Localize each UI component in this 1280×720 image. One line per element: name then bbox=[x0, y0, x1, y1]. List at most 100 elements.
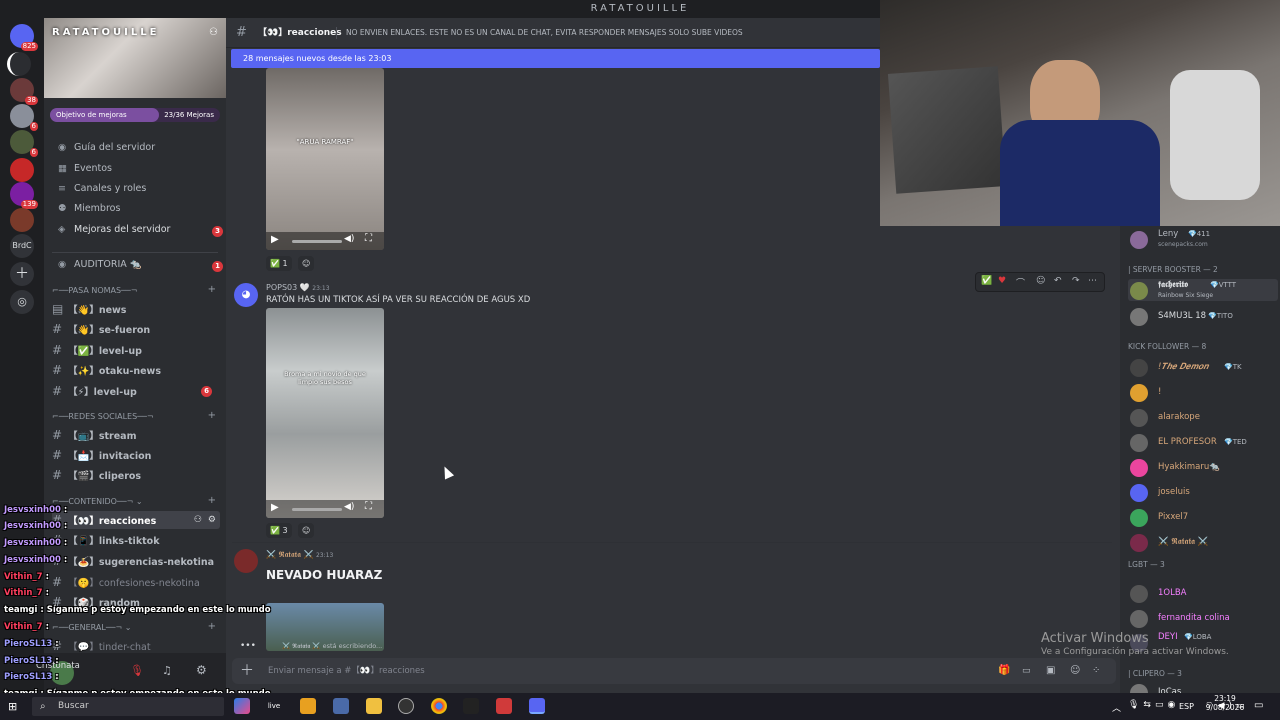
nav-events[interactable]: ▦ Eventos bbox=[58, 161, 112, 177]
category-pasa-nomas[interactable]: ⌐──PASA NOMAS──¬ bbox=[52, 286, 137, 295]
add-channel-icon[interactable]: + bbox=[208, 621, 216, 632]
server-icon[interactable] bbox=[10, 208, 34, 232]
explore-icon[interactable]: ◎ bbox=[10, 290, 34, 314]
channel-settings-icon[interactable]: ⚙ bbox=[208, 511, 216, 529]
attach-icon[interactable]: ＋ bbox=[240, 658, 254, 684]
reaction-check[interactable]: ✅ 3 bbox=[266, 523, 292, 538]
add-channel-icon[interactable]: + bbox=[208, 495, 216, 506]
category-general[interactable]: ⌐──GENERAL──¬ ⌄ bbox=[52, 623, 131, 632]
message-author[interactable]: POPS03 🤍 23:13 bbox=[266, 283, 330, 292]
direct-messages-icon[interactable]: 825 bbox=[10, 24, 38, 51]
channel-links-tiktok[interactable]: # 【📱】links-tiktok bbox=[52, 531, 220, 549]
tray-chevron-icon[interactable]: ︿ bbox=[1112, 701, 1121, 714]
notification-icon[interactable]: ▭ bbox=[1254, 700, 1263, 711]
member-item[interactable]: EL PROFESOR 💎TED bbox=[1128, 431, 1278, 453]
message-input[interactable]: Enviar mensaje a #【👀】reacciones bbox=[268, 658, 425, 684]
fullscreen-icon[interactable]: ⛶ bbox=[365, 501, 372, 512]
nav-server-boosts[interactable]: ◈ Mejoras del servidor 3 bbox=[58, 222, 223, 238]
sticker-icon[interactable]: ▣ bbox=[1046, 658, 1055, 684]
channel-tinder-chat[interactable]: # 【💬】tinder-chat bbox=[52, 637, 220, 653]
volume-icon[interactable]: ◀) bbox=[344, 234, 354, 244]
channel-stream[interactable]: # 【📺】stream bbox=[52, 426, 220, 444]
app-icon[interactable] bbox=[463, 698, 479, 714]
mute-icon[interactable]: 🎙 bbox=[130, 664, 144, 677]
live-app-icon[interactable]: live bbox=[266, 698, 282, 714]
taskbar-search[interactable]: ⌕ Buscar bbox=[32, 697, 224, 716]
file-explorer-icon[interactable] bbox=[366, 698, 382, 714]
video-attachment[interactable]: Broma a mi novio de que limpio sus besos… bbox=[266, 308, 384, 518]
member-item[interactable]: 𝖋𝖆𝖈𝖍𝖊𝖗𝖎𝖙𝖔 💎VTTT Rainbow Six Siege bbox=[1128, 279, 1278, 301]
server-icon-brdc[interactable]: BrdC bbox=[10, 234, 34, 258]
play-icon[interactable]: ▶ bbox=[271, 502, 279, 513]
invite-member-icon[interactable]: ⚇ bbox=[194, 511, 202, 529]
channel-otaku-news[interactable]: # 【✨】otaku-news bbox=[52, 361, 220, 379]
member-item[interactable]: Leny 💎411 scenepacks.com bbox=[1128, 228, 1278, 250]
brave-icon[interactable] bbox=[300, 698, 316, 714]
video-attachment[interactable]: "ARUA RAMRAF" ▶ ◀) ⛶ bbox=[266, 68, 384, 250]
channel-level-up[interactable]: # 【✅】level-up bbox=[52, 341, 220, 359]
server-name[interactable]: RATATOUILLE bbox=[52, 27, 159, 38]
user-settings-icon[interactable]: ⚙ bbox=[196, 663, 207, 677]
channel-topic[interactable]: NO ENVIEN ENLACES. ESTE NO ES UN CANAL D… bbox=[346, 18, 743, 48]
member-item[interactable]: alarakope bbox=[1128, 406, 1278, 428]
server-icon-ratatouille[interactable] bbox=[7, 52, 31, 76]
nav-server-guide[interactable]: ◉ Guía del servidor bbox=[58, 140, 155, 156]
gift-icon[interactable]: 🎁 bbox=[998, 658, 1010, 684]
invite-icon[interactable]: ⚇ bbox=[209, 27, 218, 38]
hat-icon[interactable]: ⌒ bbox=[1016, 276, 1025, 289]
member-item[interactable]: Pixxel7 bbox=[1128, 506, 1278, 528]
nav-channels-roles[interactable]: ≡ Canales y roles bbox=[58, 181, 146, 197]
add-reaction-button[interactable]: ☺ bbox=[298, 523, 315, 538]
fullscreen-icon[interactable]: ⛶ bbox=[365, 233, 372, 244]
new-messages-bar[interactable]: 28 mensajes nuevos desde las 23:03 bbox=[231, 49, 880, 68]
add-channel-icon[interactable]: + bbox=[208, 410, 216, 421]
channel-news[interactable]: ▤ 【👋】news bbox=[52, 300, 220, 318]
app-icon[interactable] bbox=[496, 698, 512, 714]
headphones-icon[interactable]: ♫ bbox=[162, 664, 172, 677]
play-icon[interactable]: ▶ bbox=[271, 234, 279, 245]
check-icon[interactable]: ✅ bbox=[981, 276, 992, 286]
avatar[interactable] bbox=[234, 549, 258, 573]
member-item[interactable]: Hyakkimaru🐀 bbox=[1128, 456, 1278, 478]
add-reaction-icon[interactable]: ☺ bbox=[1036, 276, 1045, 286]
add-server-icon[interactable]: ＋ bbox=[10, 262, 34, 286]
channel-cliperos[interactable]: # 【🎬】cliperos bbox=[52, 466, 220, 484]
emoji-icon[interactable]: ☺ bbox=[1070, 658, 1080, 684]
channel-audit[interactable]: ◉ AUDITORIA 🐀 1 bbox=[58, 257, 223, 273]
video-seekbar[interactable] bbox=[292, 508, 342, 511]
reaction-check[interactable]: ✅ 1 bbox=[266, 256, 292, 271]
channel-level-up-2[interactable]: # 【⚡】level-up 6 bbox=[52, 382, 220, 400]
member-item[interactable]: S4MU3L 18 💎TITO bbox=[1128, 305, 1278, 327]
windows-start-icon[interactable]: ⊞ bbox=[8, 700, 17, 713]
apps-icon[interactable]: ⁘ bbox=[1092, 658, 1100, 684]
category-redes-sociales[interactable]: ⌐──REDES SOCIALES──¬ bbox=[52, 412, 154, 421]
more-icon[interactable]: ⋯ bbox=[1088, 276, 1097, 286]
member-item[interactable]: 1OLBA bbox=[1128, 582, 1278, 604]
discord-icon[interactable] bbox=[529, 698, 545, 714]
member-item[interactable]: ! bbox=[1128, 381, 1278, 403]
member-item[interactable]: !𝑻𝒉𝒆 𝑫𝒆𝒎𝒐𝒏 💎TK bbox=[1128, 356, 1278, 378]
add-reaction-button[interactable]: ☺ bbox=[298, 256, 315, 271]
member-item[interactable]: joseluis bbox=[1128, 481, 1278, 503]
avatar[interactable]: ◕ bbox=[234, 283, 258, 307]
video-seekbar[interactable] bbox=[292, 240, 342, 243]
language-indicator[interactable]: ESP bbox=[1179, 702, 1194, 711]
member-item[interactable]: ⚔️ 𝕽𝖆𝖙𝖆𝖙𝖆 ⚔️ bbox=[1128, 531, 1278, 553]
server-icon[interactable] bbox=[10, 158, 34, 182]
copilot-icon[interactable] bbox=[234, 698, 250, 714]
server-icon[interactable]: 38 bbox=[10, 78, 38, 105]
message-composer[interactable]: ＋ Enviar mensaje a #【👀】reacciones 🎁 ▭ ▣ … bbox=[232, 658, 1116, 684]
channel-se-fueron[interactable]: # 【👋】se-fueron bbox=[52, 320, 220, 338]
channel-confesiones-nekotina[interactable]: # 【🤫】confesiones-nekotina bbox=[52, 573, 220, 591]
volume-icon[interactable]: ◀) bbox=[344, 502, 354, 512]
tray-icons[interactable]: 🎙⇆▭◉ bbox=[1128, 700, 1179, 710]
server-icon[interactable]: 6 bbox=[10, 130, 38, 157]
boost-progress-bar[interactable]: Objetivo de mejoras 23/36 Mejoras bbox=[50, 108, 220, 122]
app-icon[interactable] bbox=[333, 698, 349, 714]
channel-reacciones[interactable]: # 【👀】reacciones ⚙ ⚇ bbox=[52, 511, 220, 529]
forward-icon[interactable]: ↷ bbox=[1072, 276, 1080, 286]
message-author[interactable]: ⚔️ 𝕽𝖆𝖙𝖆𝖙𝖆 ⚔️ 23:13 bbox=[266, 550, 333, 560]
chrome-icon[interactable] bbox=[431, 698, 447, 714]
nav-members[interactable]: ⚉ Miembros bbox=[58, 201, 120, 217]
server-icon[interactable]: 139 bbox=[10, 182, 38, 209]
